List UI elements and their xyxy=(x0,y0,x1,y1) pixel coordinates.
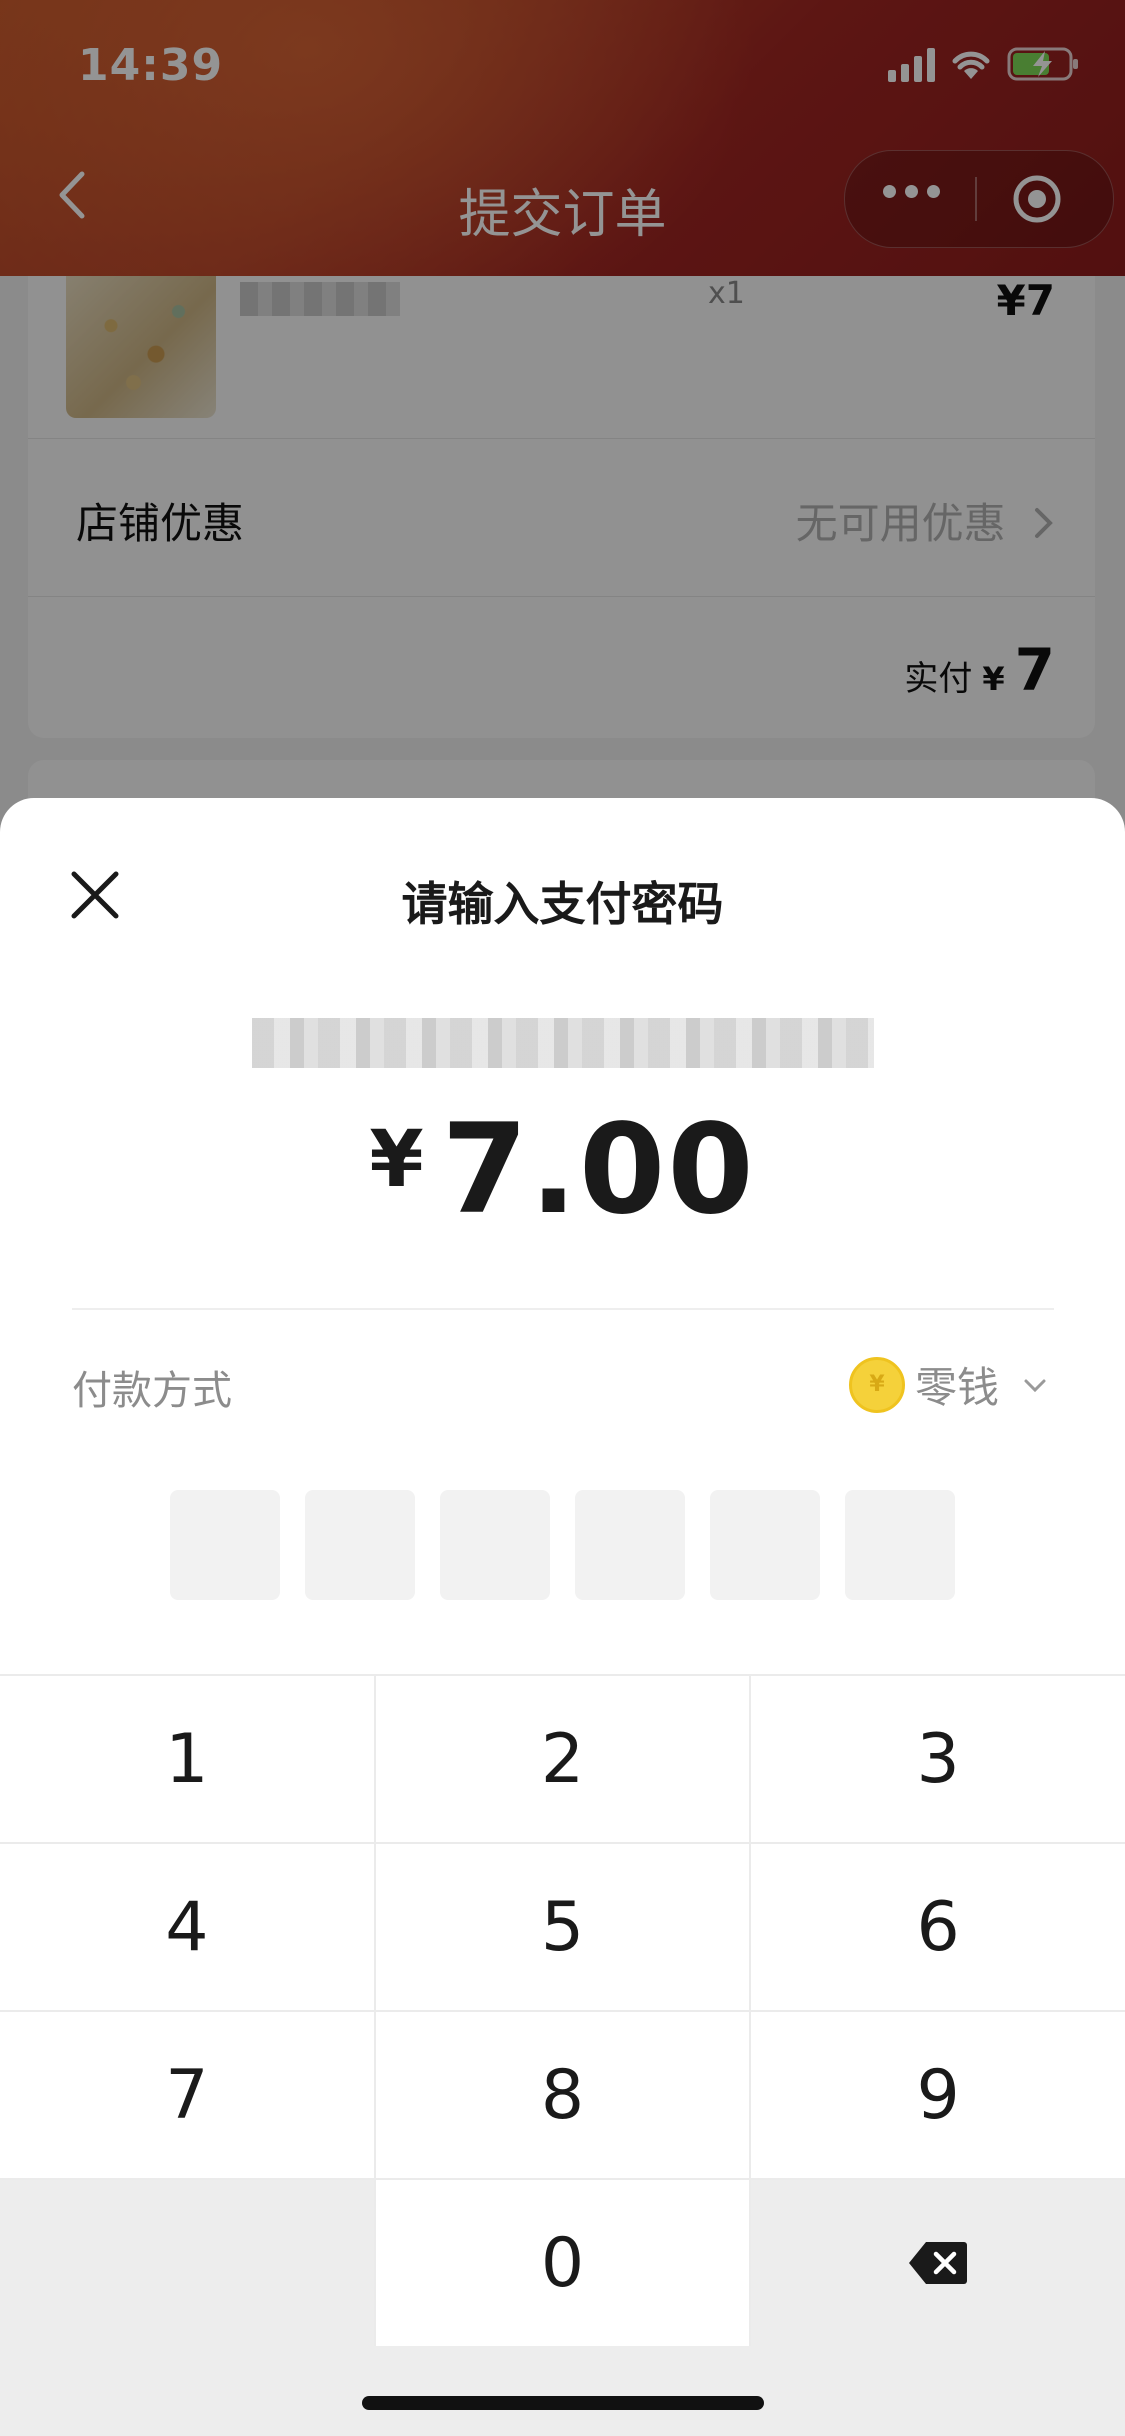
key-2[interactable]: 2 xyxy=(373,1676,750,1842)
key-1[interactable]: 1 xyxy=(0,1676,374,1842)
password-input[interactable] xyxy=(170,1490,955,1600)
password-digit-box[interactable] xyxy=(440,1490,550,1600)
coin-icon: ¥ xyxy=(848,1356,905,1413)
payment-method-value: 零钱 xyxy=(914,1363,999,1412)
key-8[interactable]: 8 xyxy=(373,2012,750,2178)
divider xyxy=(72,1308,1054,1310)
payment-method-label: 付款方式 xyxy=(72,1368,232,1414)
key-5[interactable]: 5 xyxy=(373,1844,750,2010)
payment-method-selector[interactable]: ¥ 零钱 xyxy=(848,1354,1047,1415)
amount-value: 7.00 xyxy=(441,1098,756,1242)
keypad-row: 7 8 9 xyxy=(0,2010,1125,2178)
key-blank xyxy=(0,2180,374,2346)
payment-password-sheet: 请输入支付密码 ¥7.00 付款方式 ¥ 零钱 1 2 3 4 5 6 7 8 … xyxy=(0,798,1125,2436)
home-indicator xyxy=(362,2396,764,2410)
payment-amount: ¥7.00 xyxy=(0,1098,1125,1242)
key-6[interactable]: 6 xyxy=(749,1844,1125,2010)
password-digit-box[interactable] xyxy=(845,1490,955,1600)
password-digit-box[interactable] xyxy=(575,1490,685,1600)
amount-currency: ¥ xyxy=(369,1115,424,1205)
keypad-row: 0 xyxy=(0,2178,1125,2346)
password-digit-box[interactable] xyxy=(710,1490,820,1600)
backspace-icon xyxy=(909,2242,968,2284)
keypad-row: 1 2 3 xyxy=(0,1674,1125,1842)
key-4[interactable]: 4 xyxy=(0,1844,374,2010)
key-7[interactable]: 7 xyxy=(0,2012,374,2178)
key-3[interactable]: 3 xyxy=(749,1676,1125,1842)
sheet-title: 请输入支付密码 xyxy=(401,877,724,931)
chevron-down-icon xyxy=(1024,1379,1046,1392)
merchant-name-blurred xyxy=(252,1018,874,1068)
password-digit-box[interactable] xyxy=(170,1490,280,1600)
numeric-keypad: 1 2 3 4 5 6 7 8 9 0 xyxy=(0,1674,1125,2436)
key-0[interactable]: 0 xyxy=(373,2180,750,2346)
delete-key[interactable] xyxy=(749,2180,1125,2346)
keypad-row: 4 5 6 xyxy=(0,1842,1125,2010)
password-digit-box[interactable] xyxy=(305,1490,415,1600)
key-9[interactable]: 9 xyxy=(749,2012,1125,2178)
